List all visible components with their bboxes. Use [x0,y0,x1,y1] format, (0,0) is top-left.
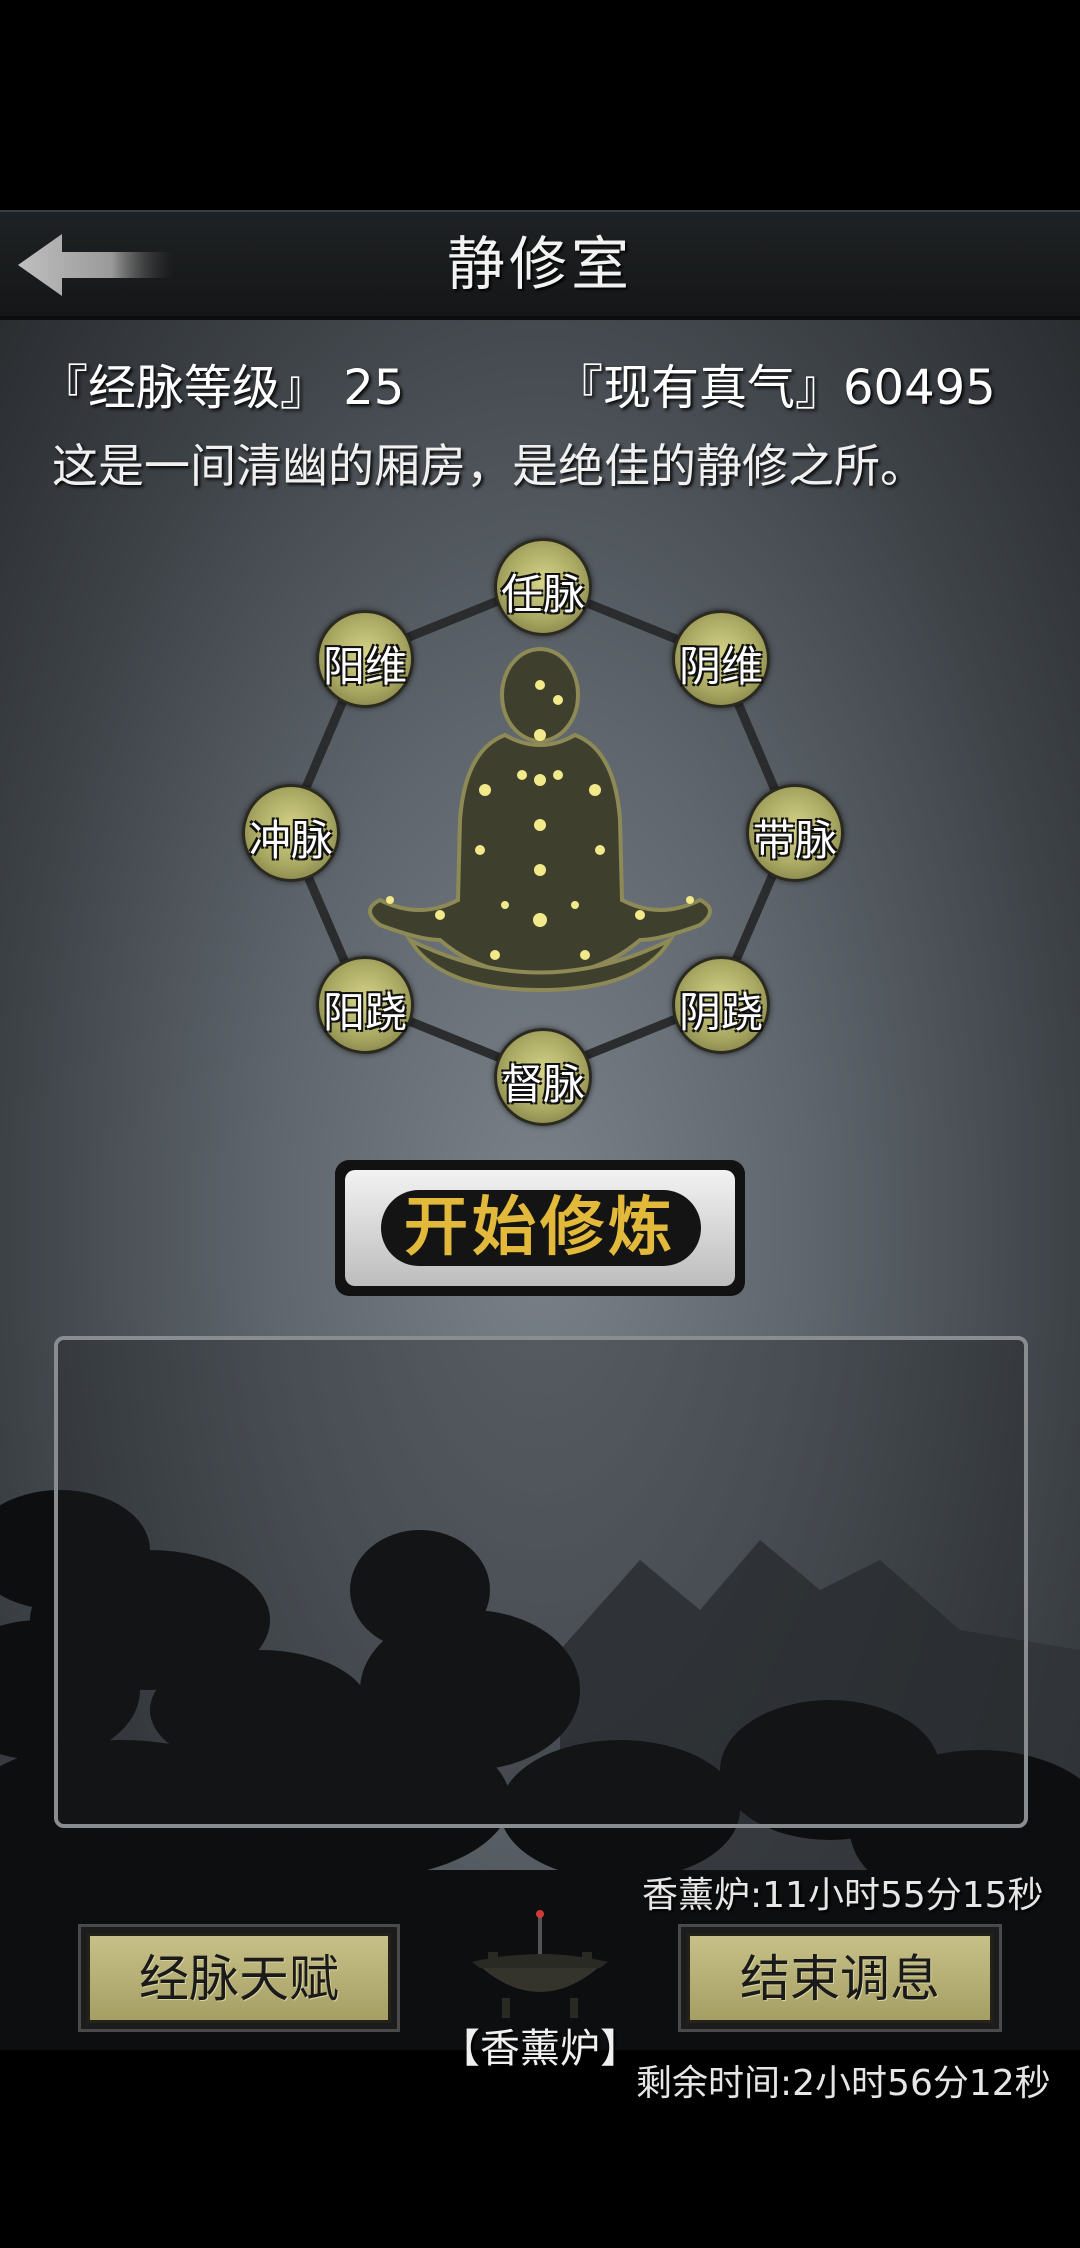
start-button-face: 开始修炼 [345,1170,735,1286]
meridian-node-chong[interactable]: 冲脉 [242,784,340,882]
cultivation-log-panel [54,1336,1028,1828]
meridian-diagram: 任脉 阴维 带脉 阴跷 督脉 阳跷 冲脉 阳维 [0,520,1080,1140]
incense-burner-label: 【香薰炉】 [440,2026,640,2072]
status-bar-area [0,0,1080,210]
meridian-label: 阳维 [322,642,407,691]
start-cultivation-button[interactable]: 开始修炼 [335,1160,745,1296]
meridian-label: 带脉 [752,816,837,865]
meridian-label: 阴维 [678,642,763,691]
meridian-node-yinwei[interactable]: 阴维 [672,610,770,708]
page-title: 静修室 [446,230,633,298]
meridian-node-yinqiao[interactable]: 阴跷 [672,956,770,1054]
incense-timer: 香薰炉:11小时55分15秒 [642,1875,1044,1916]
meridian-node-du[interactable]: 督脉 [494,1028,592,1126]
start-button-label: 开始修炼 [404,1191,676,1265]
meridian-label: 阳跷 [322,988,407,1037]
meridian-label: 冲脉 [248,816,333,865]
end-meditation-label: 结束调息 [687,1933,993,2023]
incense-burner-icon [472,1910,608,2018]
meridian-talent-label: 经脉天赋 [87,1933,391,2023]
end-meditation-button[interactable]: 结束调息 [678,1924,1002,2032]
meridian-node-ren[interactable]: 任脉 [494,538,592,636]
true-qi-stat: 『现有真气』60495 [555,360,996,416]
meridian-node-yangwei[interactable]: 阳维 [316,610,414,708]
meridian-label: 督脉 [500,1060,585,1109]
room-description: 这是一间清幽的厢房，是绝佳的静修之所。 [52,439,926,493]
remaining-time: 剩余时间:2小时56分12秒 [636,2063,1051,2104]
meridian-node-dai[interactable]: 带脉 [746,784,844,882]
meridian-label: 任脉 [500,570,585,619]
incense-burner-button[interactable] [458,1906,622,2026]
title-bar: 静修室 [0,210,1080,320]
meridian-talent-button[interactable]: 经脉天赋 [78,1924,400,2032]
meridian-label: 阴跷 [678,988,763,1037]
meridian-node-yangqiao[interactable]: 阳跷 [316,956,414,1054]
meridian-level-stat: 『经脉等级』 25 [40,360,405,416]
